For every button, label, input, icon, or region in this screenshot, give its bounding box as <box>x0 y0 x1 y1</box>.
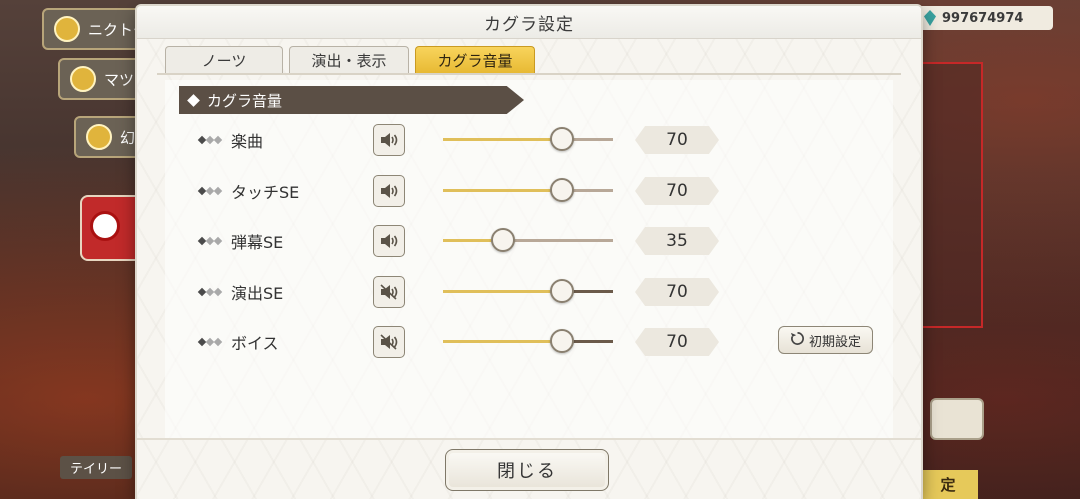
volume-label: 楽曲 <box>231 132 264 151</box>
volume-slider[interactable] <box>443 228 613 252</box>
double-diamond-icon <box>197 135 223 145</box>
coin-icon <box>70 66 96 92</box>
section-header: カグラ音量 <box>179 86 524 114</box>
speaker-muted-icon[interactable] <box>373 326 405 358</box>
slider-knob[interactable] <box>550 329 574 353</box>
volume-label-wrap: 弾幕SE <box>197 223 284 259</box>
slider-fill <box>443 189 562 192</box>
double-diamond-icon <box>197 236 223 246</box>
slider-knob[interactable] <box>550 279 574 303</box>
section-title: カグラ音量 <box>207 91 283 110</box>
volume-value: 70 <box>635 278 719 306</box>
speaker-on-icon[interactable] <box>373 124 405 156</box>
settings-tabs: ノーツ 演出・表示 カグラ音量 <box>165 46 535 74</box>
volume-row-2: タッチSE 70 <box>137 173 921 209</box>
tab-effects-display[interactable]: 演出・表示 <box>289 46 409 74</box>
bg-confirm-button[interactable]: 定 <box>918 470 978 499</box>
speaker-on-icon[interactable] <box>373 175 405 207</box>
tab-kagura-volume[interactable]: カグラ音量 <box>415 46 535 74</box>
tab-divider <box>157 73 901 75</box>
volume-label-wrap: ボイス <box>197 324 279 360</box>
volume-value: 70 <box>635 177 719 205</box>
coin-icon <box>54 16 80 42</box>
slider-knob[interactable] <box>550 127 574 151</box>
volume-label: タッチSE <box>231 183 300 202</box>
bg-menu-card-label: 幻 <box>120 128 136 147</box>
speaker-muted-icon[interactable] <box>373 276 405 308</box>
slider-fill <box>443 138 562 141</box>
save-icon[interactable] <box>930 398 984 440</box>
reset-label: 初期設定 <box>808 334 861 350</box>
volume-label: 弾幕SE <box>231 233 284 252</box>
slider-fill <box>443 290 562 293</box>
volume-slider[interactable] <box>443 329 613 353</box>
reset-defaults-button[interactable]: 初期設定 <box>778 326 873 354</box>
slider-knob[interactable] <box>491 228 515 252</box>
volume-slider[interactable] <box>443 178 613 202</box>
close-button[interactable]: 閉じる <box>445 449 609 491</box>
volume-value: 35 <box>635 227 719 255</box>
volume-label: ボイス <box>231 334 279 353</box>
volume-label-wrap: タッチSE <box>197 173 300 209</box>
bg-menu-card-label: マツ <box>104 70 135 89</box>
double-diamond-icon <box>197 287 223 297</box>
kagura-settings-dialog: カグラ設定 ノーツ 演出・表示 カグラ音量 カグラ音量 楽曲 70 タッチSE <box>137 6 921 499</box>
bg-side-panel <box>921 62 983 328</box>
volume-slider[interactable] <box>443 279 613 303</box>
volume-label-wrap: 演出SE <box>197 274 284 310</box>
currency-amount: 997674974 <box>942 10 1024 26</box>
speaker-on-icon[interactable] <box>373 225 405 257</box>
volume-row-4: 演出SE 70 <box>137 274 921 310</box>
double-diamond-icon <box>197 186 223 196</box>
volume-slider[interactable] <box>443 127 613 151</box>
slider-fill <box>443 340 562 343</box>
double-diamond-icon <box>197 337 223 347</box>
volume-label: 演出SE <box>231 284 284 303</box>
dialog-title: カグラ設定 <box>137 6 921 39</box>
slider-knob[interactable] <box>550 178 574 202</box>
gem-icon <box>924 10 936 26</box>
currency-display: 997674974 <box>918 6 1053 30</box>
volume-row-1: 楽曲 70 <box>137 122 921 158</box>
volume-row-5: ボイス 70 初期設定 <box>137 324 921 360</box>
bg-red-character-card[interactable] <box>80 195 144 261</box>
coin-icon <box>86 124 112 150</box>
reset-icon <box>790 331 805 350</box>
volume-label-wrap: 楽曲 <box>197 122 264 158</box>
volume-row-3: 弾幕SE 35 <box>137 223 921 259</box>
footer-divider <box>137 438 921 440</box>
diamond-icon <box>187 93 200 107</box>
bg-emblem-icon <box>90 211 120 241</box>
volume-value: 70 <box>635 126 719 154</box>
tab-notes[interactable]: ノーツ <box>165 46 283 74</box>
volume-value: 70 <box>635 328 719 356</box>
bg-daily-label: テイリー <box>60 456 133 479</box>
